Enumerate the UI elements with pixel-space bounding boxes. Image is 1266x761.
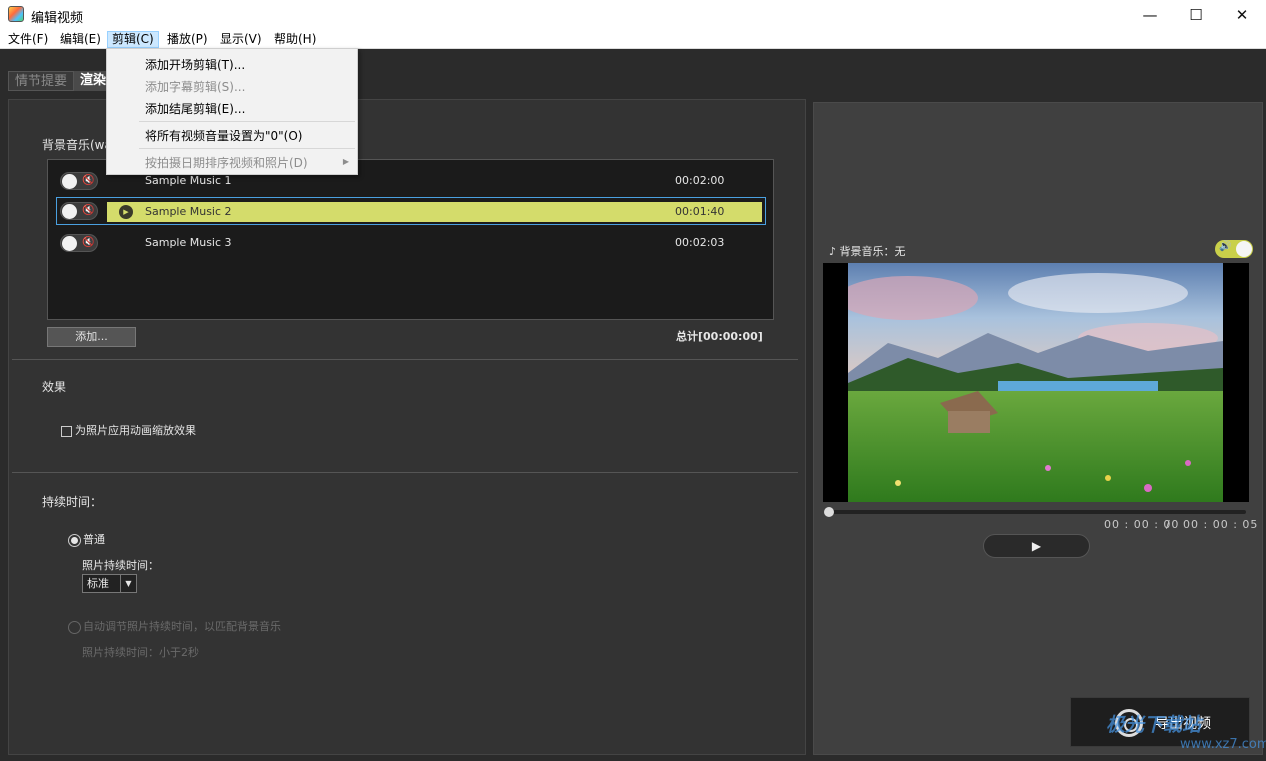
music-list[interactable]: 🔇 Sample Music 1 00:02:00 🔇 ▶ Sample Mus… bbox=[47, 159, 774, 320]
speaker-icon: 🔊 bbox=[1219, 241, 1232, 252]
toggle-knob bbox=[62, 236, 77, 251]
music-note-icon: ♪ bbox=[829, 245, 840, 258]
normal-duration-radio[interactable] bbox=[68, 534, 81, 547]
preview-bgm-label: ♪ 背景音乐：无 bbox=[829, 243, 906, 259]
bgm-status: 背景音乐：无 bbox=[839, 245, 906, 258]
volume-toggle[interactable]: 🔊 bbox=[1215, 240, 1253, 258]
auto-photo-duration-label: 照片持续时间：小于2秒 bbox=[82, 646, 199, 659]
app-icon bbox=[8, 6, 24, 22]
toggle-knob bbox=[62, 204, 77, 219]
music-enable-toggle[interactable]: 🔇 bbox=[60, 234, 98, 252]
title-bar: 编辑视频 — ☐ ✕ bbox=[0, 0, 1266, 30]
menu-sort-by-date[interactable]: 按拍摄日期排序视频和照片(D) bbox=[145, 154, 308, 171]
duration-section-label: 持续时间： bbox=[42, 495, 103, 509]
seek-bar[interactable] bbox=[826, 510, 1246, 514]
menu-add-opening-clip[interactable]: 添加开场剪辑(T)... bbox=[145, 56, 245, 73]
mute-icon: 🔇 bbox=[82, 175, 95, 186]
menu-mute-all-videos[interactable]: 将所有视频音量设置为"0"(O) bbox=[145, 127, 302, 144]
music-enable-toggle[interactable]: 🔇 bbox=[60, 202, 98, 220]
toggle-knob bbox=[1236, 241, 1252, 257]
divider bbox=[12, 359, 798, 360]
zoom-effect-label[interactable]: 为照片应用动画缩放效果 bbox=[75, 422, 196, 438]
photo-duration-label: 照片持续时间： bbox=[82, 559, 159, 572]
menu-play[interactable]: 播放(P) bbox=[163, 31, 212, 48]
menu-separator bbox=[139, 148, 355, 149]
close-button[interactable]: ✕ bbox=[1219, 0, 1265, 30]
music-row-selected[interactable]: 🔇 ▶ Sample Music 2 00:01:40 bbox=[56, 197, 766, 225]
menu-view[interactable]: 显示(V) bbox=[216, 31, 266, 48]
music-duration: 00:02:03 bbox=[675, 236, 725, 249]
menu-separator bbox=[139, 121, 355, 122]
menu-clip[interactable]: 剪辑(C) bbox=[107, 31, 159, 48]
music-enable-toggle[interactable]: 🔇 bbox=[60, 172, 98, 190]
music-name: Sample Music 2 bbox=[145, 205, 232, 218]
preview-image bbox=[848, 263, 1223, 502]
menu-edit[interactable]: 编辑(E) bbox=[56, 31, 105, 48]
menu-bar: 文件(F) 编辑(E) 剪辑(C) 播放(P) 显示(V) 帮助(H) bbox=[0, 30, 1266, 49]
tab-storyboard[interactable]: 情节提要 bbox=[8, 71, 75, 91]
clip-menu-dropdown: 添加开场剪辑(T)... 添加字幕剪辑(S)... 添加结尾剪辑(E)... 将… bbox=[106, 48, 358, 175]
photo-duration-value: 标准 bbox=[87, 577, 109, 590]
zoom-effect-checkbox[interactable] bbox=[61, 426, 72, 437]
menu-add-ending-clip[interactable]: 添加结尾剪辑(E)... bbox=[145, 100, 245, 117]
photo-duration-select[interactable]: 标准 ▼ bbox=[82, 574, 137, 593]
mute-icon: 🔇 bbox=[82, 237, 95, 248]
effects-section-label: 效果 bbox=[42, 380, 67, 394]
play-preview-icon[interactable]: ▶ bbox=[119, 205, 133, 219]
landscape-image bbox=[848, 263, 1223, 502]
video-preview[interactable] bbox=[823, 263, 1249, 502]
minimize-button[interactable]: — bbox=[1127, 0, 1173, 30]
menu-help[interactable]: 帮助(H) bbox=[270, 31, 320, 48]
music-duration: 00:01:40 bbox=[675, 205, 725, 218]
divider bbox=[12, 472, 798, 473]
chevron-down-icon: ▼ bbox=[120, 575, 136, 592]
watermark-logo: 极光下载站 bbox=[1106, 714, 1202, 736]
play-button[interactable]: ▶ bbox=[983, 534, 1090, 558]
total-duration: 总计[00:00:00] bbox=[676, 330, 763, 343]
add-music-button[interactable]: 添加... bbox=[47, 327, 136, 347]
auto-duration-radio[interactable] bbox=[68, 621, 81, 634]
auto-duration-label[interactable]: 自动调节照片持续时间，以匹配背景音乐 bbox=[83, 618, 281, 634]
bgm-section-label: 背景音乐(wa bbox=[42, 138, 112, 152]
total-time: 00 : 00 : 05 bbox=[1183, 518, 1259, 531]
menu-file[interactable]: 文件(F) bbox=[4, 31, 52, 48]
music-name: Sample Music 3 bbox=[145, 236, 232, 249]
music-name: Sample Music 1 bbox=[145, 174, 232, 187]
toggle-knob bbox=[62, 174, 77, 189]
music-row[interactable]: 🔇 Sample Music 3 00:02:03 bbox=[48, 230, 773, 256]
window-title: 编辑视频 bbox=[31, 11, 84, 26]
watermark-url: www.xz7.com bbox=[1180, 737, 1266, 752]
mute-icon: 🔇 bbox=[82, 205, 95, 216]
maximize-button[interactable]: ☐ bbox=[1173, 0, 1219, 30]
music-duration: 00:02:00 bbox=[675, 174, 725, 187]
normal-duration-label[interactable]: 普通 bbox=[83, 531, 105, 547]
play-icon: ▶ bbox=[1031, 539, 1042, 553]
seek-handle[interactable] bbox=[824, 507, 834, 517]
menu-add-caption-clip[interactable]: 添加字幕剪辑(S)... bbox=[145, 78, 245, 95]
time-separator: / bbox=[1166, 518, 1171, 531]
submenu-arrow-icon: ▶ bbox=[342, 157, 349, 166]
